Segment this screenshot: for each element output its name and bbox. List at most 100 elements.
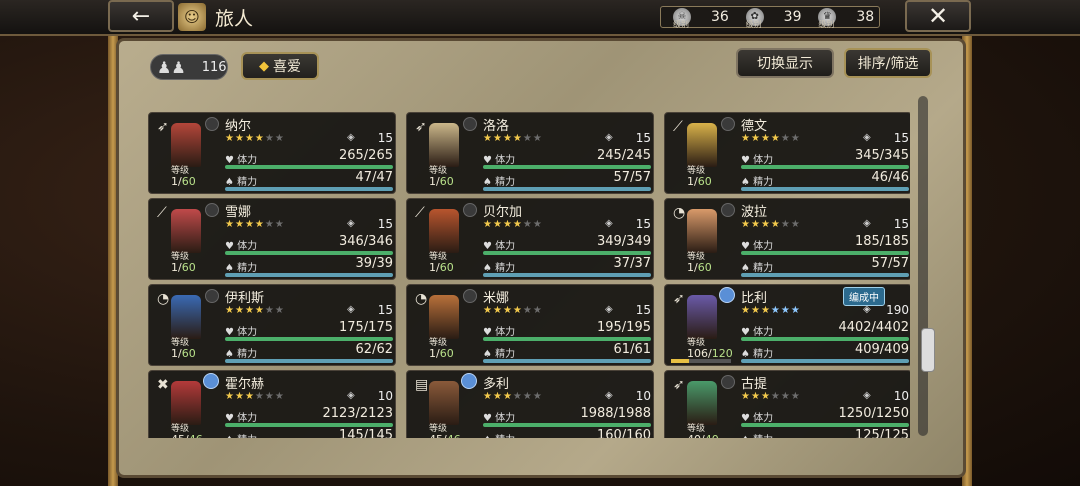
sp-label: ♠ 精力 bbox=[225, 431, 257, 438]
diamond-icon: ◆ bbox=[259, 58, 269, 74]
sp-label: ♠ 精力 bbox=[225, 263, 258, 274]
star-rating: ★★★★★★ bbox=[741, 133, 801, 144]
traveler-name: 波拉 bbox=[741, 205, 768, 220]
star-icon: ★ bbox=[770, 391, 781, 402]
max-level: 60 bbox=[439, 175, 454, 188]
favorite-marker bbox=[721, 203, 735, 217]
sp-label: ♠ 精力 bbox=[483, 431, 515, 438]
traveler-card[interactable]: ◔ 等级 1/60 米娜 ★★★★★★ ◈ 15 ♥ 体力 195/195 ♠ 精力 61/61 bbox=[406, 284, 654, 366]
arrow-left-icon: ← bbox=[131, 3, 151, 29]
star-icon: ★ bbox=[532, 391, 543, 402]
sp-bar bbox=[741, 187, 909, 191]
traveler-card[interactable]: ⟋ 等级 1/60 德文 ★★★★★★ ◈ 15 ♥ 体力 345/345 ♠ 精力 46/46 bbox=[664, 112, 910, 194]
close-button[interactable]: ✕ bbox=[905, 0, 971, 32]
traveler-name: 伊利斯 bbox=[225, 291, 265, 306]
scrollbar-track[interactable] bbox=[918, 96, 928, 436]
traveler-card[interactable]: ◔ 等级 1/60 伊利斯 ★★★★★★ ◈ 15 ♥ 体力 175/175 ♠ 精力 62/62 bbox=[148, 284, 396, 366]
star-icon: ★ bbox=[502, 391, 513, 402]
level-item: ✿ 级别 39 bbox=[745, 8, 807, 29]
star-icon: ★ bbox=[254, 219, 265, 230]
star-icon: ★ bbox=[492, 133, 503, 144]
character-sprite bbox=[687, 123, 717, 167]
star-icon: ★ bbox=[750, 133, 761, 144]
rank-icon: ◈ bbox=[347, 132, 355, 143]
star-icon: ★ bbox=[244, 133, 255, 144]
traveler-card[interactable]: ◔ 等级 1/60 波拉 ★★★★★★ ◈ 15 ♥ 体力 185/185 ♠ 精力 57/57 bbox=[664, 198, 910, 280]
star-icon: ★ bbox=[264, 305, 275, 316]
current-level: 45 bbox=[429, 433, 443, 438]
hp-value: 195/195 bbox=[596, 320, 651, 335]
in-party-badge: 编成中 bbox=[843, 287, 885, 306]
rank-value: 15 bbox=[377, 303, 393, 317]
hp-value: 1250/1250 bbox=[838, 406, 909, 421]
rank-value: 15 bbox=[893, 217, 909, 231]
max-level: 60 bbox=[697, 261, 712, 274]
traveler-name: 古提 bbox=[741, 377, 768, 392]
hp-label: ♥ 体力 bbox=[741, 241, 774, 252]
star-icon: ★ bbox=[760, 219, 771, 230]
switch-display-button[interactable]: 切换显示 bbox=[736, 48, 834, 78]
traveler-card[interactable]: ⟋ 等级 1/60 雪娜 ★★★★★★ ◈ 15 ♥ 体力 346/346 ♠ 精力 39/39 bbox=[148, 198, 396, 280]
traveler-card[interactable]: ➶ 等级 1/60 纳尔 ★★★★★★ ◈ 15 ♥ 体力 265/265 ♠ 精力 47/47 bbox=[148, 112, 396, 194]
hp-value: 4402/4402 bbox=[838, 320, 909, 335]
favorite-marker bbox=[205, 289, 219, 303]
traveler-card[interactable]: ▤等级45/46多利★★★★★★◈10♥ 体力1988/1988♠ 精力160/… bbox=[406, 370, 654, 438]
scrollbar-thumb[interactable] bbox=[921, 328, 935, 372]
traveler-name: 德文 bbox=[741, 119, 768, 134]
hp-bar bbox=[483, 423, 651, 427]
star-icon: ★ bbox=[502, 133, 513, 144]
max-level: 60 bbox=[181, 175, 196, 188]
traveler-card[interactable]: ⟋ 等级 1/60 贝尔加 ★★★★★★ ◈ 15 ♥ 体力 349/349 ♠ 精力 37/37 bbox=[406, 198, 654, 280]
star-icon: ★ bbox=[512, 305, 523, 316]
max-level: 46 bbox=[189, 433, 203, 438]
star-rating: ★★★★★★ bbox=[741, 305, 801, 316]
favorite-marker bbox=[205, 203, 219, 217]
rank-value: 10 bbox=[893, 389, 909, 403]
star-icon: ★ bbox=[225, 305, 235, 316]
traveler-name: 比利 bbox=[741, 291, 768, 306]
level-value: 38 bbox=[856, 9, 875, 25]
max-level: 60 bbox=[697, 175, 712, 188]
star-rating: ★★★★★★ bbox=[741, 391, 801, 402]
hp-label: ♥ 体力 bbox=[225, 413, 258, 424]
star-icon: ★ bbox=[234, 305, 245, 316]
job-badge-icon bbox=[719, 287, 735, 303]
traveler-name: 多利 bbox=[483, 377, 510, 392]
star-icon: ★ bbox=[790, 219, 801, 230]
traveler-card[interactable]: ➶ 等级 1/60 洛洛 ★★★★★★ ◈ 15 ♥ 体力 245/245 ♠ 精力 57/57 bbox=[406, 112, 654, 194]
traveler-card[interactable]: ➶等级40/40古提★★★★★★◈10♥ 体力1250/1250♠ 精力125/… bbox=[664, 370, 910, 438]
character-sprite bbox=[429, 209, 459, 253]
hp-label: ♥ 体力 bbox=[483, 155, 516, 166]
traveler-card[interactable]: ✖等级45/46霍尔赫★★★★★★◈10♥ 体力2123/2123♠ 精力145… bbox=[148, 370, 396, 438]
favorite-button[interactable]: ◆ 喜爱 bbox=[241, 52, 319, 80]
level-item: ♛ 级别 38 bbox=[818, 8, 879, 29]
rank-icon: ◈ bbox=[605, 390, 613, 401]
traveler-count-badge: ♟♟ 116 bbox=[150, 54, 228, 80]
sp-bar bbox=[225, 273, 393, 277]
current-level: 1 bbox=[687, 261, 694, 274]
top-bar: ← ☺ 旅人 ☠ 级别 36 ✿ 级别 39 ♛ 级别 38 ✕ bbox=[0, 0, 1080, 36]
star-icon: ★ bbox=[225, 219, 235, 230]
sp-value: 160/160 bbox=[596, 428, 651, 438]
level-value: 45/46 bbox=[171, 433, 203, 438]
star-rating: ★★★★★★ bbox=[483, 133, 543, 144]
sort-filter-button[interactable]: 排序/筛选 bbox=[844, 48, 932, 78]
star-icon: ★ bbox=[780, 219, 791, 230]
favorite-marker bbox=[463, 117, 477, 131]
traveler-card[interactable]: ➶ 等级 106/120 比利 ★★★★★★ ◈ 190 编成中 ♥ 体力 4402/4402 ♠ … bbox=[664, 284, 910, 366]
sp-value: 57/57 bbox=[871, 256, 909, 271]
back-button[interactable]: ← bbox=[108, 0, 174, 32]
star-icon: ★ bbox=[492, 305, 503, 316]
max-level: 60 bbox=[439, 347, 454, 360]
rank-value: 15 bbox=[635, 217, 651, 231]
star-icon: ★ bbox=[790, 133, 801, 144]
star-rating: ★★★★★★ bbox=[225, 391, 285, 402]
sp-label: ♠ 精力 bbox=[483, 263, 516, 274]
level-value: 1/60 bbox=[687, 261, 712, 274]
switch-display-label: 切换显示 bbox=[757, 56, 813, 72]
hp-label: ♥ 体力 bbox=[741, 327, 774, 338]
character-sprite bbox=[687, 381, 717, 425]
hp-label: ♥ 体力 bbox=[225, 241, 258, 252]
rank-icon: ◈ bbox=[347, 218, 355, 229]
hp-value: 245/245 bbox=[596, 148, 651, 163]
